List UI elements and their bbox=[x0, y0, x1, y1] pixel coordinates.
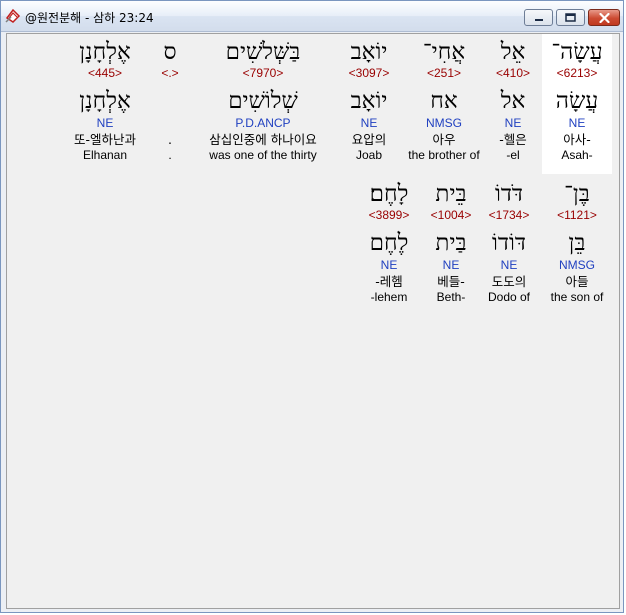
korean-gloss: 아사- bbox=[563, 132, 591, 147]
korean-gloss: 삼십인중에 하나이요 bbox=[209, 132, 317, 147]
korean-gloss: 요압의 bbox=[351, 132, 387, 147]
english-gloss: was one of the thirty bbox=[209, 148, 317, 162]
hebrew-word: לָחֶם׃ bbox=[369, 181, 409, 207]
morphology-code: NE bbox=[500, 258, 518, 272]
morphology-code: NE bbox=[442, 258, 460, 272]
maximize-button[interactable] bbox=[556, 9, 585, 26]
english-gloss: Joab bbox=[355, 148, 383, 162]
hebrew-lemma: אח bbox=[430, 88, 458, 114]
english-gloss: the son of bbox=[550, 290, 604, 304]
strong-number[interactable]: <3097> bbox=[339, 66, 399, 81]
hebrew-lemma: יוֹאָב bbox=[350, 88, 388, 114]
hebrew-lemma: אֶלְחָנָן bbox=[79, 88, 131, 114]
morphology-code: NE bbox=[96, 116, 114, 130]
hebrew-word: דֹּדוֹ bbox=[494, 181, 523, 207]
strong-number[interactable]: <1004> bbox=[423, 208, 479, 223]
hebrew-lemma: בַּית bbox=[435, 230, 467, 256]
hebrew-lemma: לֶחֶם bbox=[369, 230, 409, 256]
app-window: @원전분해 - 삼하 23:24 עֲשָׂה־ <6213> עֲשָׂה N… bbox=[0, 0, 624, 613]
strong-number[interactable]: <445> bbox=[61, 66, 149, 81]
word-lechem[interactable]: לָחֶם׃ <3899> לֶחֶם NE -레헴 -lehem bbox=[359, 180, 419, 305]
strong-number[interactable]: <1121> bbox=[539, 208, 615, 223]
english-gloss: the brother of bbox=[408, 148, 480, 162]
hebrew-word: ס bbox=[163, 39, 177, 65]
korean-gloss: 또-엘하난과 bbox=[73, 132, 136, 147]
english-gloss: Dodo of bbox=[487, 290, 531, 304]
strong-number[interactable]: <3899> bbox=[359, 208, 419, 223]
morphology-code: NE bbox=[380, 258, 398, 272]
hebrew-lemma bbox=[151, 87, 189, 115]
maximize-icon bbox=[565, 13, 576, 22]
hebrew-lemma: עֲשָׂה bbox=[555, 88, 599, 114]
morphology-code: NE bbox=[568, 116, 586, 130]
verse-analysis-pane[interactable]: עֲשָׂה־ <6213> עֲשָׂה NE 아사- Asah- אֵל <… bbox=[6, 33, 620, 609]
word-bashloshim[interactable]: בַּשְּׁלֹשִׁים <7970> שְׁלוֹשִׁים P.D.AN… bbox=[193, 38, 333, 163]
hebrew-lemma: דּוֹדוֹ bbox=[492, 230, 526, 256]
morphology-code: P.D.ANCP bbox=[235, 116, 291, 130]
hebrew-word: בֶּן־ bbox=[564, 181, 590, 207]
english-gloss: -lehem bbox=[370, 290, 408, 304]
korean-gloss: 아들 bbox=[565, 274, 589, 289]
close-icon bbox=[598, 12, 610, 23]
word-asah[interactable]: עֲשָׂה־ <6213> עֲשָׂה NE 아사- Asah- bbox=[543, 38, 611, 163]
hebrew-lemma: שְׁלוֹשִׁים bbox=[228, 88, 298, 114]
english-gloss: . bbox=[168, 148, 172, 162]
hebrew-word: בַּשְּׁלֹשִׁים bbox=[225, 39, 301, 65]
korean-gloss: . bbox=[168, 132, 172, 147]
morphology-code: NMSG bbox=[559, 258, 595, 272]
korean-gloss: -헬은 bbox=[499, 132, 527, 147]
strong-number[interactable]: <7970> bbox=[193, 66, 333, 81]
hebrew-lemma: אל bbox=[500, 88, 526, 114]
hebrew-word: יוֹאָב bbox=[350, 39, 388, 65]
morphology-code bbox=[151, 115, 189, 131]
word-yoav[interactable]: יוֹאָב <3097> יוֹאָב NE 요압의 Joab bbox=[339, 38, 399, 163]
hebrew-word: אֲחִי־ bbox=[422, 39, 466, 65]
word-dodo[interactable]: דֹּדוֹ <1734> דּוֹדוֹ NE 도도의 Dodo of bbox=[481, 180, 537, 305]
app-icon bbox=[5, 8, 21, 23]
korean-gloss: -레헴 bbox=[375, 274, 403, 289]
word-samekh[interactable]: ס <.> . . bbox=[151, 38, 189, 163]
strong-number[interactable]: <410> bbox=[485, 66, 541, 81]
korean-gloss: 베들- bbox=[437, 274, 465, 289]
strong-number[interactable]: <6213> bbox=[543, 66, 611, 81]
hebrew-lemma: בֵּן bbox=[568, 230, 586, 256]
english-gloss: -el bbox=[506, 148, 520, 162]
hebrew-word: עֲשָׂה־ bbox=[551, 39, 603, 65]
word-achi[interactable]: אֲחִי־ <251> אח NMSG 아우 the brother of bbox=[401, 38, 487, 163]
strong-number[interactable]: <1734> bbox=[481, 208, 537, 223]
english-gloss: Elhanan bbox=[82, 148, 128, 162]
minimize-button[interactable] bbox=[524, 9, 553, 26]
window-title: @원전분해 - 삼하 23:24 bbox=[25, 11, 154, 25]
word-elchanan[interactable]: אֶלְחָנָן <445> אֶלְחָנָן NE 또-엘하난과 Elha… bbox=[61, 38, 149, 163]
word-ben[interactable]: בֶּן־ <1121> בֵּן NMSG 아들 the son of bbox=[539, 180, 615, 305]
korean-gloss: 아우 bbox=[432, 132, 456, 147]
hebrew-word: בֵּית bbox=[435, 181, 467, 207]
english-gloss: Beth- bbox=[436, 290, 466, 304]
minimize-icon bbox=[534, 18, 543, 21]
word-el[interactable]: אֵל <410> אל NE -헬은 -el bbox=[485, 38, 541, 163]
morphology-code: NE bbox=[504, 116, 522, 130]
english-gloss: Asah- bbox=[561, 148, 593, 162]
word-beit[interactable]: בֵּית <1004> בַּית NE 베들- Beth- bbox=[423, 180, 479, 305]
hebrew-word: אֶלְחָנָן bbox=[79, 39, 131, 65]
morphology-code: NE bbox=[360, 116, 378, 130]
title-bar[interactable]: @원전분해 - 삼하 23:24 bbox=[1, 1, 623, 32]
hebrew-word: אֵל bbox=[500, 39, 526, 65]
morphology-code: NMSG bbox=[426, 116, 462, 130]
korean-gloss: 도도의 bbox=[491, 274, 527, 289]
strong-number[interactable]: <251> bbox=[401, 66, 487, 81]
close-button[interactable] bbox=[588, 9, 620, 26]
strong-number[interactable]: <.> bbox=[151, 66, 189, 81]
